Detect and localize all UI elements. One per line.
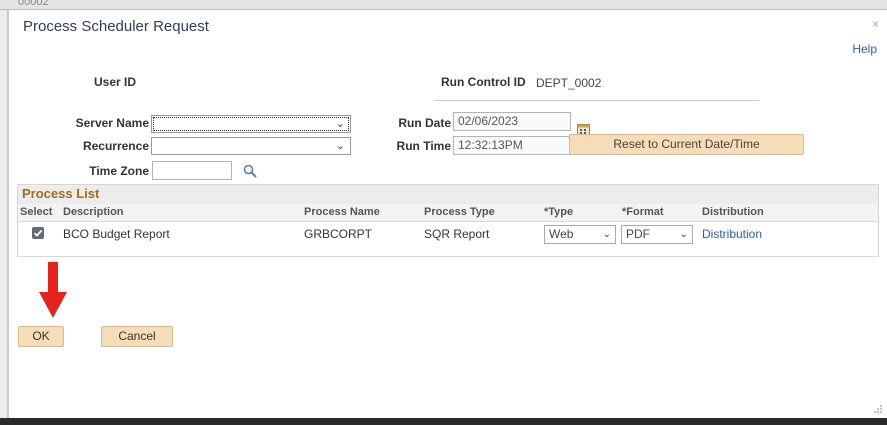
background-window-strip: 00002 <box>0 0 887 10</box>
server-name-label: Server Name <box>75 116 149 130</box>
help-link[interactable]: Help <box>852 42 877 56</box>
run-control-id-label: Run Control ID <box>441 75 526 89</box>
format-select[interactable]: PDF ⌄ <box>621 225 693 244</box>
time-zone-input[interactable] <box>152 161 232 180</box>
column-header-process-type: Process Type <box>424 206 495 218</box>
column-header-type: *Type <box>544 206 574 218</box>
select-checkbox[interactable] <box>32 227 44 239</box>
row-description: BCO Budget Report <box>63 227 170 241</box>
process-scheduler-dialog: Process Scheduler Request × Help User ID… <box>8 10 887 418</box>
user-id-label: User ID <box>94 75 137 89</box>
background-taskbar-edge <box>0 418 887 425</box>
server-name-select[interactable]: ⌄ <box>151 115 351 133</box>
distribution-link[interactable]: Distribution <box>702 227 762 241</box>
row-process-type: SQR Report <box>424 227 490 241</box>
column-header-format: *Format <box>622 206 664 218</box>
background-ghost-text: 00002 <box>18 0 49 8</box>
row-process-name: GRBCORPT <box>304 227 373 241</box>
column-header-description: Description <box>63 206 124 218</box>
run-date-input[interactable]: 02/06/2023 <box>453 112 571 131</box>
close-icon[interactable]: × <box>870 18 881 30</box>
server-name-value <box>152 116 156 130</box>
run-time-label: Run Time <box>396 139 451 153</box>
dialog-title: Process Scheduler Request <box>23 18 209 35</box>
column-header-process-name: Process Name <box>304 206 380 218</box>
run-time-input[interactable]: 12:32:13PM <box>453 136 571 155</box>
resize-grip-icon[interactable] <box>873 404 883 414</box>
recurrence-value <box>152 138 156 152</box>
ok-button[interactable]: OK <box>18 326 64 347</box>
column-header-select: Select <box>20 206 53 218</box>
recurrence-select[interactable]: ⌄ <box>151 137 351 155</box>
time-zone-label: Time Zone <box>89 164 149 178</box>
red-down-arrow-icon <box>39 262 67 318</box>
header-divider <box>434 100 759 101</box>
process-list-header-row: Select Description Process Name Process … <box>18 204 878 222</box>
type-select[interactable]: Web ⌄ <box>544 225 616 244</box>
column-header-distribution: Distribution <box>702 206 764 218</box>
cancel-button[interactable]: Cancel <box>101 326 173 347</box>
format-value: PDF <box>626 227 650 241</box>
chevron-down-icon: ⌄ <box>679 229 688 240</box>
recurrence-label: Recurrence <box>82 139 149 153</box>
chevron-down-icon: ⌄ <box>602 229 611 240</box>
run-control-id-value: DEPT_0002 <box>536 76 602 90</box>
background-window-edge <box>0 10 8 425</box>
process-list-title: Process List <box>18 185 878 204</box>
reset-to-current-datetime-button[interactable]: Reset to Current Date/Time <box>569 134 804 155</box>
chevron-down-icon: ⌄ <box>335 140 345 152</box>
magnifier-icon[interactable] <box>243 164 257 178</box>
chevron-down-icon: ⌄ <box>335 118 345 130</box>
run-date-label: Run Date <box>398 116 451 130</box>
process-list-grid: Process List Select Description Process … <box>17 184 879 257</box>
checkmark-icon <box>33 229 43 237</box>
type-value: Web <box>549 227 574 241</box>
